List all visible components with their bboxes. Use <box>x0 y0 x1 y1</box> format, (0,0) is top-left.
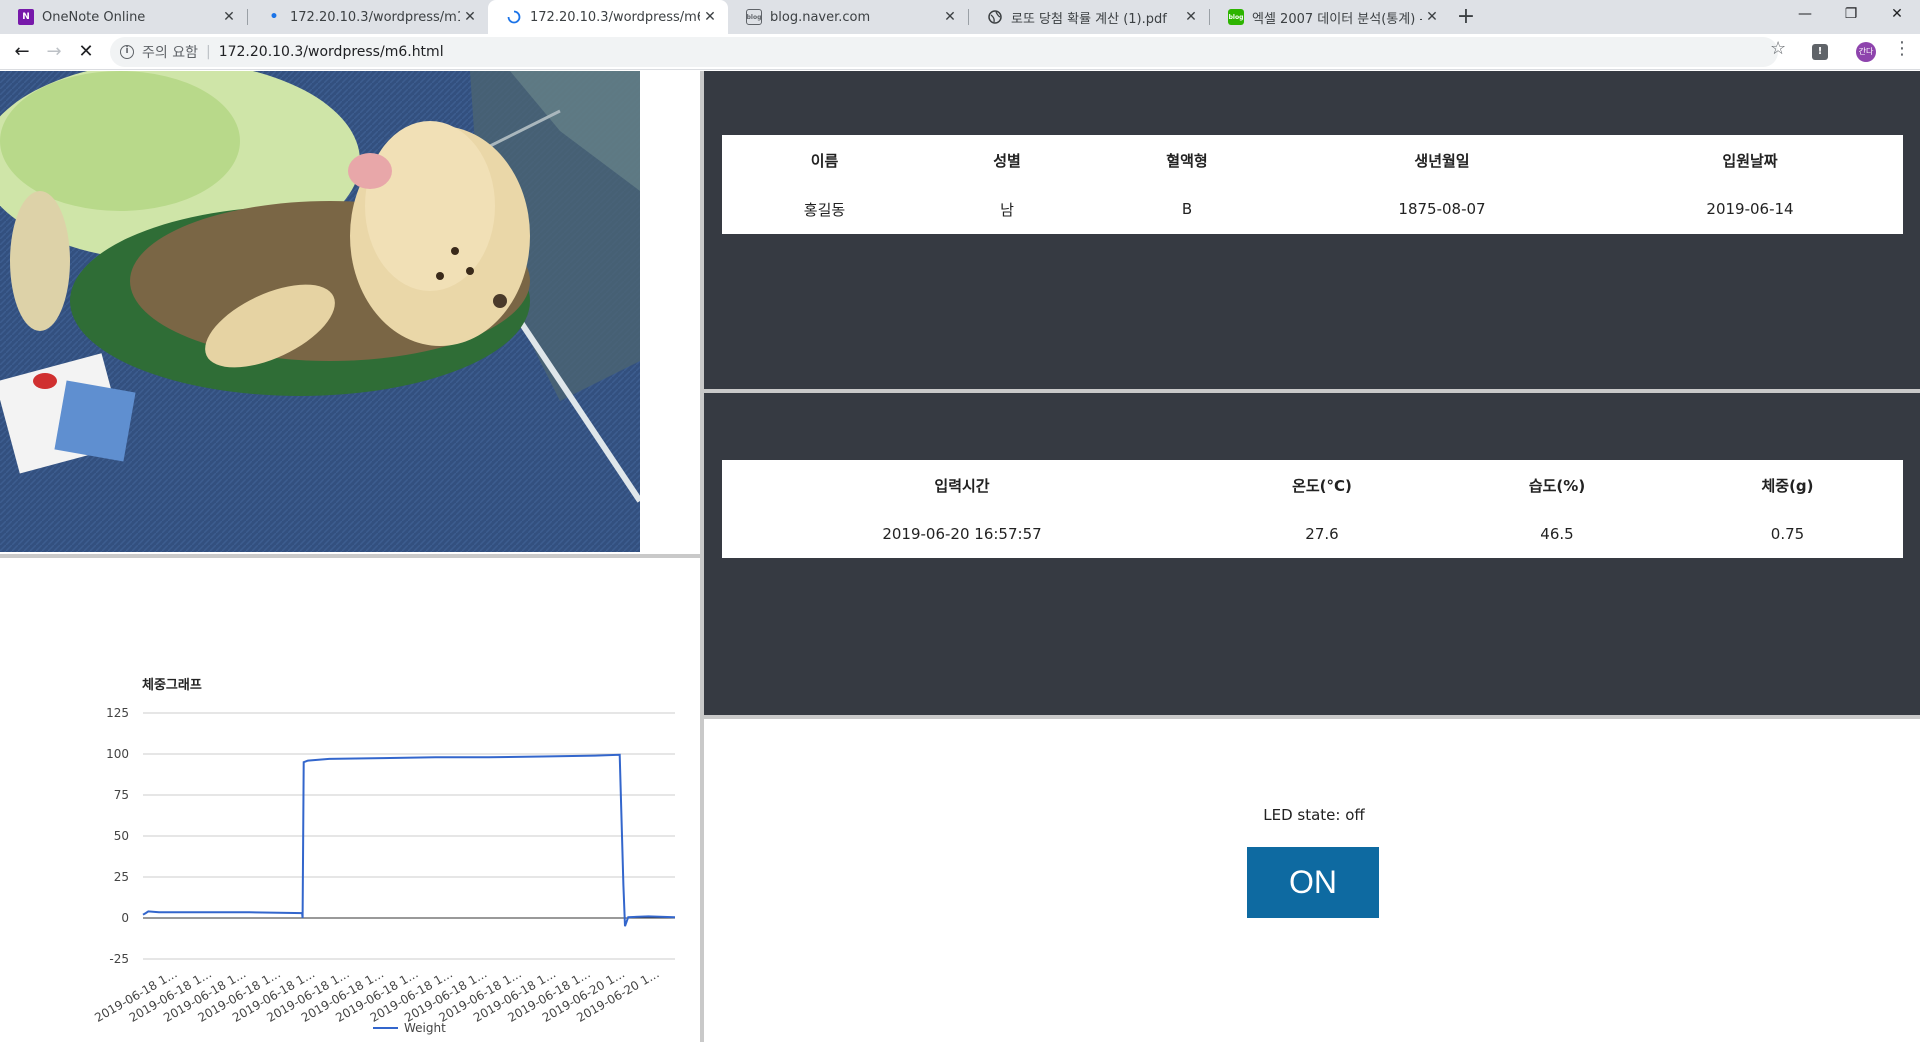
page-content: 체중그래프 125 100 75 50 25 0 -25 2019-06-18 1... 20… <box>0 71 1920 1042</box>
book-icon: blog <box>1228 9 1244 25</box>
close-window-button[interactable]: ✕ <box>1874 0 1920 30</box>
close-icon[interactable]: ✕ <box>1422 9 1442 25</box>
led-state-text: LED state: off <box>1263 806 1365 824</box>
table-header-row: 입력시간 온도(°C) 습도(%) 체중(g) <box>722 460 1903 510</box>
cell-weight: 0.75 <box>1770 525 1805 543</box>
chart-title: 체중그래프 <box>142 678 202 693</box>
tab-m6[interactable]: 172.20.10.3/wordpress/m6.html ✕ <box>488 0 728 34</box>
y-tick-label: 25 <box>114 870 129 884</box>
forward-button[interactable]: → <box>40 34 68 70</box>
bookmark-star-icon[interactable]: ☆ <box>1770 38 1786 59</box>
header-weight: 체중(g) <box>1761 476 1814 495</box>
new-tab-button[interactable]: + <box>1452 0 1480 34</box>
browser-toolbar: ← → ✕ i 주의 요함 | 172.20.10.3/wordpress/m6… <box>0 34 1920 70</box>
legend-label: Weight <box>404 1021 446 1035</box>
close-icon[interactable]: ✕ <box>700 9 720 25</box>
tab-title: 172.20.10.3/wordpress/m6.html <box>530 9 700 25</box>
cell-birthdate: 1875-08-07 <box>1398 200 1486 218</box>
close-icon[interactable]: ✕ <box>460 9 480 25</box>
y-axis-ticks: 125 100 75 50 25 0 -25 <box>106 706 129 966</box>
x-axis-ticks: 2019-06-18 1...2019-06-18 1...2019-06-18… <box>92 966 661 1024</box>
tab-naver-blog[interactable]: blog blog.naver.com ✕ <box>728 0 968 34</box>
tab-onenote[interactable]: N OneNote Online ✕ <box>0 0 247 34</box>
info-icon[interactable]: i <box>120 45 134 59</box>
stop-loading-button[interactable]: ✕ <box>72 34 100 70</box>
url-text: 172.20.10.3/wordpress/m6.html <box>218 44 444 60</box>
chart-legend: Weight <box>373 1021 446 1035</box>
patient-info-card: 이름 성별 혈액형 생년월일 입원날짜 홍길동 남 B 1875-08-07 2… <box>722 135 1903 234</box>
y-tick-label: 100 <box>106 747 129 761</box>
dot-icon: • <box>269 9 279 25</box>
y-tick-label: -25 <box>109 952 129 966</box>
cell-name: 홍길동 <box>803 200 846 219</box>
header-humidity: 습도(%) <box>1528 476 1586 495</box>
minimize-button[interactable]: — <box>1782 0 1828 30</box>
globe-icon <box>987 9 1003 25</box>
avatar[interactable]: 간다 <box>1856 42 1876 62</box>
extension-icon[interactable]: ! <box>1812 44 1828 60</box>
header-admission-date: 입원날짜 <box>1722 151 1778 170</box>
patient-info-table: 이름 성별 혈액형 생년월일 입원날짜 홍길동 남 B 1875-08-07 2… <box>722 135 1903 233</box>
cell-temperature: 27.6 <box>1305 525 1339 543</box>
close-icon[interactable]: ✕ <box>940 9 960 25</box>
back-button[interactable]: ← <box>8 34 36 70</box>
cell-humidity: 46.5 <box>1540 525 1574 543</box>
patient-info-panel: 이름 성별 혈액형 생년월일 입원날짜 홍길동 남 B 1875-08-07 2… <box>704 71 1920 389</box>
y-tick-label: 125 <box>106 706 129 720</box>
chart-grid <box>143 712 675 960</box>
y-tick-label: 75 <box>114 788 129 802</box>
onenote-icon: N <box>18 9 34 25</box>
tab-strip: N OneNote Online ✕ • 172.20.10.3/wordpre… <box>0 0 1920 34</box>
tab-excel-book[interactable]: blog 엑셀 2007 데이터 분석(통계) - 7 ✕ <box>1210 0 1450 34</box>
table-row: 홍길동 남 B 1875-08-07 2019-06-14 <box>722 185 1903 233</box>
loading-spinner-icon <box>506 9 522 25</box>
chart-series <box>142 753 676 927</box>
cell-blood-type: B <box>1181 200 1193 218</box>
tab-title: blog.naver.com <box>770 9 871 25</box>
header-temperature: 온도(°C) <box>1292 476 1352 495</box>
close-icon[interactable]: ✕ <box>1181 9 1201 25</box>
header-gender: 성별 <box>993 151 1021 170</box>
security-label: 주의 요함 <box>142 45 198 61</box>
cell-input-time: 2019-06-20 16:57:57 <box>882 525 1042 543</box>
cell-gender: 남 <box>1000 200 1014 219</box>
left-panel-divider <box>0 554 700 558</box>
tab-title: 엑셀 2007 데이터 분석(통계) - 7 <box>1252 11 1422 27</box>
header-birthdate: 생년월일 <box>1414 151 1470 170</box>
address-separator: | <box>205 44 211 60</box>
webcam-stream-image <box>0 71 640 552</box>
sensor-panel: 입력시간 온도(°C) 습도(%) 체중(g) 2019-06-20 16:57… <box>704 393 1920 715</box>
menu-dots-icon[interactable]: ⋮ <box>1893 38 1911 59</box>
address-bar[interactable]: i 주의 요함 | 172.20.10.3/wordpress/m6.html <box>110 37 1778 67</box>
tab-title: OneNote Online <box>42 9 146 25</box>
tab-title: 로또 당첨 확률 계산 (1).pdf <box>1011 11 1167 27</box>
restore-button[interactable]: ❐ <box>1828 0 1874 30</box>
blog-icon: blog <box>746 9 762 25</box>
led-on-button[interactable]: ON <box>1247 847 1379 918</box>
tab-lotto-pdf[interactable]: 로또 당첨 확률 계산 (1).pdf ✕ <box>969 0 1209 34</box>
tab-m1[interactable]: • 172.20.10.3/wordpress/m1.php ✕ <box>248 0 488 34</box>
series-line-weight <box>142 753 676 927</box>
header-name: 이름 <box>810 151 839 170</box>
tab-title: 172.20.10.3/wordpress/m1.php <box>290 9 460 25</box>
weight-chart: 체중그래프 125 100 75 50 25 0 -25 2019-06-18 1...20… <box>92 678 676 1035</box>
table-header-row: 이름 성별 혈액형 생년월일 입원날짜 <box>722 135 1903 185</box>
table-row: 2019-06-20 16:57:57 27.6 46.5 0.75 <box>722 510 1903 558</box>
right-panel-divider-2 <box>704 715 1920 719</box>
header-input-time: 입력시간 <box>934 476 990 495</box>
close-icon[interactable]: ✕ <box>219 9 239 25</box>
y-tick-label: 50 <box>114 829 129 843</box>
sensor-table: 입력시간 온도(°C) 습도(%) 체중(g) 2019-06-20 16:57… <box>722 460 1903 558</box>
cell-admission-date: 2019-06-14 <box>1706 200 1794 218</box>
y-tick-label: 0 <box>121 911 129 925</box>
sensor-card: 입력시간 온도(°C) 습도(%) 체중(g) 2019-06-20 16:57… <box>722 460 1903 558</box>
header-blood-type: 혈액형 <box>1166 151 1208 170</box>
